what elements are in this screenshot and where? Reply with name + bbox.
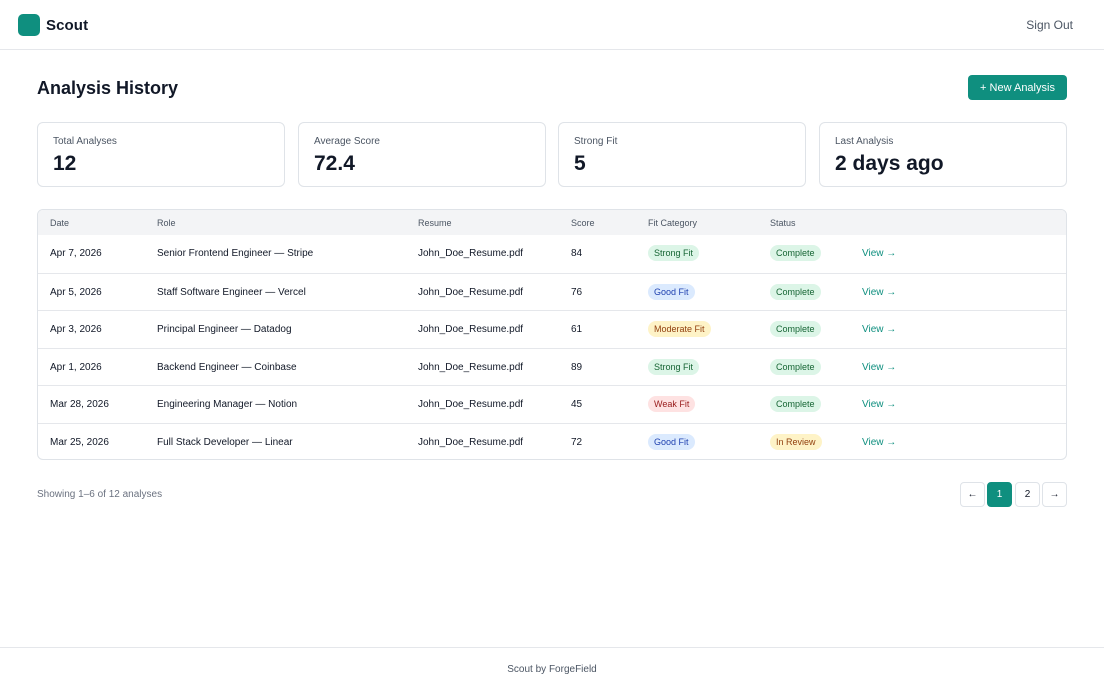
footer-text: Scout by ForgeField: [507, 664, 597, 675]
table-row[interactable]: Mar 28, 2026 Engineering Manager — Notion…: [38, 385, 1066, 422]
view-analysis-link[interactable]: View →: [862, 437, 896, 448]
stat-label: Last Analysis: [835, 136, 894, 147]
cell-resume: John_Doe_Resume.pdf: [418, 248, 524, 259]
analysis-history-table: Date Role Resume Score Fit Category Stat…: [37, 209, 1067, 460]
cell-date: Apr 7, 2026: [50, 248, 102, 259]
cell-role: Engineering Manager — Notion: [157, 399, 298, 410]
cell-resume: John_Doe_Resume.pdf: [418, 436, 524, 448]
brand[interactable]: Scout: [18, 14, 88, 36]
stat-label: Total Analyses: [53, 136, 117, 147]
new-analysis-button[interactable]: + New Analysis: [968, 75, 1067, 100]
stat-card-total-analyses: Total Analyses 12: [37, 122, 285, 187]
cell-resume: John_Doe_Resume.pdf: [418, 361, 524, 373]
cell-score: 76: [571, 286, 583, 298]
status-badge: Complete: [770, 245, 821, 261]
status-badge: Complete: [770, 283, 821, 300]
pagination-page-1-button[interactable]: 1: [987, 482, 1012, 507]
view-analysis-link[interactable]: View →: [862, 287, 896, 298]
cell-role: Backend Engineer — Coinbase: [157, 361, 297, 373]
brand-name: Scout: [46, 16, 89, 34]
stat-card-strong-fit: Strong Fit 5: [558, 122, 806, 187]
cell-date: Apr 1, 2026: [50, 361, 102, 373]
view-analysis-link[interactable]: View →: [862, 248, 896, 259]
cell-score: 89: [571, 361, 583, 373]
top-navbar: Scout Sign Out: [0, 0, 1104, 50]
sign-out-link[interactable]: Sign Out: [1026, 18, 1073, 32]
cell-score: 45: [571, 399, 583, 410]
stat-value: 5: [574, 152, 586, 175]
page-footer: Scout by ForgeField: [0, 647, 1104, 676]
view-analysis-link[interactable]: View →: [862, 362, 896, 373]
table-row[interactable]: Mar 25, 2026 Full Stack Developer — Linea…: [38, 422, 1066, 460]
pagination-summary: Showing 1–6 of 12 analyses: [37, 489, 163, 500]
cell-role: Senior Frontend Engineer — Stripe: [157, 248, 314, 259]
stat-card-average-score: Average Score 72.4: [298, 122, 546, 187]
table-row[interactable]: Apr 5, 2026 Staff Software Engineer — Ver…: [38, 272, 1066, 310]
cell-date: Mar 28, 2026: [50, 399, 109, 410]
column-header-fit-category: Fit Category: [648, 218, 698, 228]
stat-label: Average Score: [314, 136, 380, 147]
cell-role: Staff Software Engineer — Vercel: [157, 286, 306, 298]
pagination-next-button[interactable]: →: [1042, 482, 1067, 507]
fit-category-badge: Strong Fit: [648, 245, 700, 261]
cell-resume: John_Doe_Resume.pdf: [418, 324, 524, 335]
cell-role: Full Stack Developer — Linear: [157, 436, 293, 448]
fit-category-badge: Good Fit: [648, 283, 695, 300]
column-header-role: Role: [157, 218, 176, 228]
cell-score: 72: [571, 436, 583, 448]
cell-score: 84: [571, 248, 583, 259]
column-header-resume: Resume: [418, 218, 452, 228]
cell-resume: John_Doe_Resume.pdf: [418, 286, 524, 298]
table-header: Date Role Resume Score Fit Category Stat…: [38, 210, 1066, 235]
stat-card-last-analysis: Last Analysis 2 days ago: [819, 122, 1067, 187]
stat-value: 12: [53, 152, 77, 175]
status-badge: In Review: [770, 433, 822, 450]
column-header-score: Score: [571, 218, 595, 228]
page-title: Analysis History: [37, 78, 179, 98]
cell-resume: John_Doe_Resume.pdf: [418, 399, 524, 410]
table-row[interactable]: Apr 1, 2026 Backend Engineer — Coinbase Jo…: [38, 347, 1066, 385]
stat-label: Strong Fit: [574, 136, 618, 147]
status-badge: Complete: [770, 396, 821, 412]
table-row[interactable]: Apr 7, 2026 Senior Frontend Engineer — St…: [38, 235, 1066, 272]
cell-date: Apr 3, 2026: [50, 324, 102, 335]
stat-value: 72.4: [314, 152, 355, 175]
cell-role: Principal Engineer — Datadog: [157, 324, 292, 335]
fit-category-badge: Strong Fit: [648, 358, 700, 375]
scout-logo-icon: [18, 14, 40, 36]
cell-date: Apr 5, 2026: [50, 286, 102, 298]
fit-category-badge: Weak Fit: [648, 396, 696, 412]
view-analysis-link[interactable]: View →: [862, 324, 896, 335]
pagination-prev-button[interactable]: ←: [960, 482, 985, 507]
column-header-status: Status: [770, 218, 796, 228]
pagination-page-2-button[interactable]: 2: [1015, 482, 1040, 507]
view-analysis-link[interactable]: View →: [862, 399, 896, 410]
status-badge: Complete: [770, 321, 821, 337]
cell-score: 61: [571, 324, 583, 335]
table-row[interactable]: Apr 3, 2026 Principal Engineer — Datadog J…: [38, 310, 1066, 347]
fit-category-badge: Moderate Fit: [648, 321, 711, 337]
fit-category-badge: Good Fit: [648, 433, 695, 450]
status-badge: Complete: [770, 358, 821, 375]
cell-date: Mar 25, 2026: [50, 436, 109, 448]
stat-value: 2 days ago: [835, 152, 944, 175]
column-header-date: Date: [50, 218, 70, 228]
